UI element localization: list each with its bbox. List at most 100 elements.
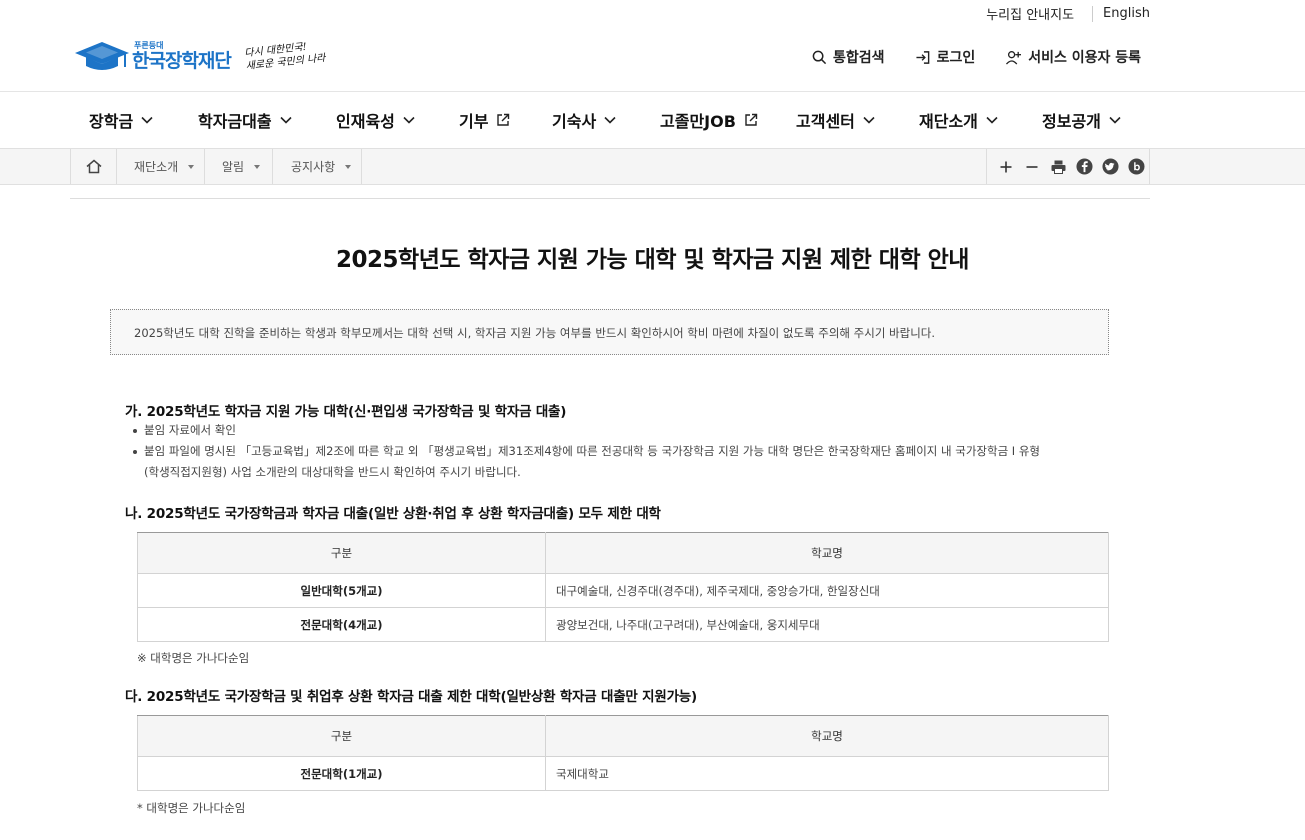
nav-label: 기숙사 — [552, 112, 597, 131]
search-icon — [812, 50, 827, 64]
content-divider — [70, 198, 1150, 199]
breadcrumb-label: 알림 — [222, 160, 245, 174]
caret-down-icon — [345, 164, 352, 169]
breadcrumb-label: 공지사항 — [291, 160, 336, 174]
chevron-down-icon — [604, 116, 616, 124]
row-schools: 광양보건대, 나주대(고구려대), 부산예술대, 웅지세무대 — [545, 607, 1109, 642]
chevron-down-icon — [863, 116, 875, 124]
utility-links: 누리집 안내지도 English — [986, 4, 1150, 23]
minus-icon — [1026, 165, 1038, 168]
nav-label: 장학금 — [89, 112, 134, 131]
divider — [1092, 5, 1094, 22]
sitemap-link[interactable]: 누리집 안내지도 — [986, 4, 1074, 23]
logo[interactable]: 푸른등대 한국장학재단 다시 대한민국! 새로운 국민의 나라 — [74, 36, 326, 76]
loan-restricted-table: 구분 학교명 전문대학(1개교) 국제대학교 — [137, 715, 1109, 791]
org-name: 한국장학재단 — [132, 49, 232, 72]
nav-label: 재단소개 — [919, 112, 978, 131]
nav-about[interactable]: 재단소개 — [919, 92, 998, 148]
section-c-heading: 다. 2025학년도 국가장학금 및 취업후 상환 학자금 대출 제한 대학(일… — [125, 689, 698, 705]
nav-customer-center[interactable]: 고객센터 — [796, 92, 875, 148]
section-b-heading: 나. 2025학년도 국가장학금과 학자금 대출(일반 상환·취업 후 상환 학… — [125, 506, 661, 522]
header-actions: 통합검색 로그인 서비스 이용자 등록 — [782, 47, 1141, 67]
nav-label: 학자금대출 — [198, 112, 272, 131]
home-button[interactable] — [71, 149, 117, 184]
table-row: 일반대학(5개교) 대구예술대, 신경주대(경주대), 제주국제대, 중앙승가대… — [137, 573, 1109, 608]
table-row: 전문대학(4개교) 광양보건대, 나주대(고구려대), 부산예술대, 웅지세무대 — [137, 607, 1109, 642]
zoom-out-button[interactable] — [1019, 154, 1045, 180]
breadcrumb: 재단소개 알림 공지사항 — [70, 149, 1150, 184]
login-icon — [916, 50, 929, 64]
twitter-share-button[interactable] — [1097, 154, 1123, 180]
section-a-heading: 가. 2025학년도 학자금 지원 가능 대학(신·편입생 국가장학금 및 학자… — [125, 404, 567, 420]
chevron-down-icon — [1109, 116, 1121, 124]
list-item: 붙임 파일에 명시된 「고등교육법」제2조에 따른 학교 외 「평생교육법」제3… — [133, 441, 1040, 483]
column-header: 구분 — [137, 715, 546, 757]
facebook-share-button[interactable] — [1071, 154, 1097, 180]
nav-label: 인재육성 — [336, 112, 395, 131]
external-link-icon — [745, 113, 758, 126]
login-label: 로그인 — [936, 50, 976, 66]
row-category: 전문대학(4개교) — [137, 607, 546, 642]
breadcrumb-item-announcements[interactable]: 공지사항 — [273, 149, 362, 184]
column-header: 학교명 — [545, 532, 1109, 574]
graduation-cap-icon — [75, 42, 129, 70]
twitter-icon — [1101, 158, 1119, 175]
login-button[interactable]: 로그인 — [915, 47, 976, 67]
bullet-icon — [133, 429, 137, 433]
column-header: 구분 — [137, 532, 546, 574]
row-schools: 국제대학교 — [545, 756, 1109, 791]
chevron-down-icon — [141, 116, 153, 124]
print-icon — [1051, 160, 1065, 174]
nav-talent[interactable]: 인재육성 — [336, 92, 415, 148]
breadcrumb-bar: 재단소개 알림 공지사항 — [0, 148, 1305, 185]
table-header-row: 구분 학교명 — [137, 532, 1109, 574]
facebook-icon — [1075, 158, 1093, 175]
search-label: 통합검색 — [833, 50, 885, 66]
chevron-down-icon — [280, 116, 292, 124]
nav-label: 정보공개 — [1042, 112, 1101, 131]
list-item: 붙임 자료에서 확인 — [133, 420, 236, 441]
bullet-icon — [133, 450, 137, 454]
nav-highschool-job[interactable]: 고졸만JOB — [660, 92, 758, 148]
table-note: ※ 대학명은 가나다순임 — [137, 651, 250, 665]
breadcrumb-item-about[interactable]: 재단소개 — [117, 149, 205, 184]
row-category: 전문대학(1개교) — [137, 756, 546, 791]
register-label: 서비스 이용자 등록 — [1028, 50, 1141, 66]
table-row: 전문대학(1개교) 국제대학교 — [137, 756, 1109, 791]
main-nav: 장학금 학자금대출 인재육성 기부 기숙사 고졸만JOB 고객센터 재단소개 정… — [0, 92, 1305, 148]
register-button[interactable]: 서비스 이용자 등록 — [1005, 47, 1141, 67]
caret-down-icon — [254, 164, 261, 169]
notice-box: 2025학년도 대학 진학을 준비하는 학생과 학부모께서는 대학 선택 시, … — [110, 309, 1109, 355]
table-header-row: 구분 학교명 — [137, 715, 1109, 757]
slogan: 다시 대한민국! 새로운 국민의 나라 — [244, 39, 326, 73]
nav-scholarship[interactable]: 장학금 — [89, 92, 153, 148]
print-button[interactable] — [1045, 154, 1071, 180]
nav-disclosure[interactable]: 정보공개 — [1042, 92, 1121, 148]
list-item-text: 붙임 파일에 명시된 「고등교육법」제2조에 따른 학교 외 「평생교육법」제3… — [144, 444, 1041, 458]
zoom-in-button[interactable] — [993, 154, 1019, 180]
nav-donation[interactable]: 기부 — [459, 92, 510, 148]
org-name-block: 푸른등대 한국장학재단 — [132, 40, 232, 72]
caret-down-icon — [188, 164, 195, 169]
page-tools — [986, 149, 1149, 184]
page-title: 2025학년도 학자금 지원 가능 대학 및 학자금 지원 제한 대학 안내 — [336, 247, 969, 273]
logo-tagline: 푸른등대 — [134, 40, 164, 50]
external-link-icon — [497, 113, 510, 126]
home-icon — [86, 159, 101, 174]
search-button[interactable]: 통합검색 — [812, 47, 885, 67]
row-schools: 대구예술대, 신경주대(경주대), 제주국제대, 중앙승가대, 한일장신대 — [545, 573, 1109, 608]
column-header: 학교명 — [545, 715, 1109, 757]
nav-label: 기부 — [459, 112, 489, 131]
nav-dormitory[interactable]: 기숙사 — [552, 92, 616, 148]
list-item-text: 붙임 자료에서 확인 — [144, 423, 236, 437]
nav-student-loan[interactable]: 학자금대출 — [198, 92, 292, 148]
chevron-down-icon — [986, 116, 998, 124]
table-note: * 대학명은 가나다순임 — [137, 801, 246, 815]
nav-label: 고객센터 — [796, 112, 855, 131]
blog-share-button[interactable] — [1123, 154, 1149, 180]
restricted-universities-table: 구분 학교명 일반대학(5개교) 대구예술대, 신경주대(경주대), 제주국제대… — [137, 532, 1109, 642]
chevron-down-icon — [403, 116, 415, 124]
breadcrumb-item-notice[interactable]: 알림 — [205, 149, 273, 184]
breadcrumb-label: 재단소개 — [134, 160, 179, 174]
english-link[interactable]: English — [1103, 6, 1150, 21]
